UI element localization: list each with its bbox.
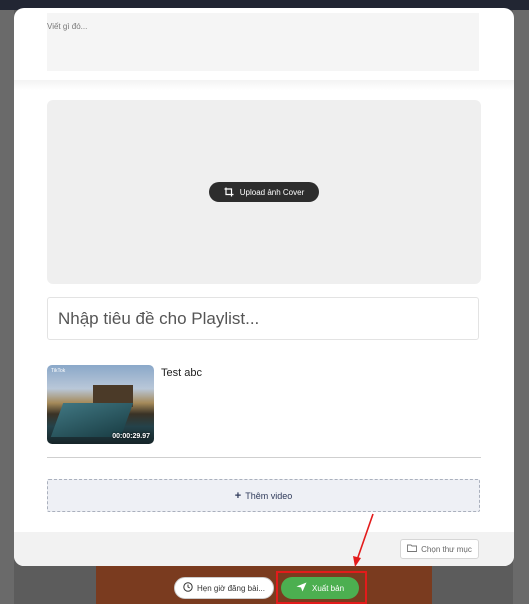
annotation-arrow-icon bbox=[353, 513, 374, 567]
